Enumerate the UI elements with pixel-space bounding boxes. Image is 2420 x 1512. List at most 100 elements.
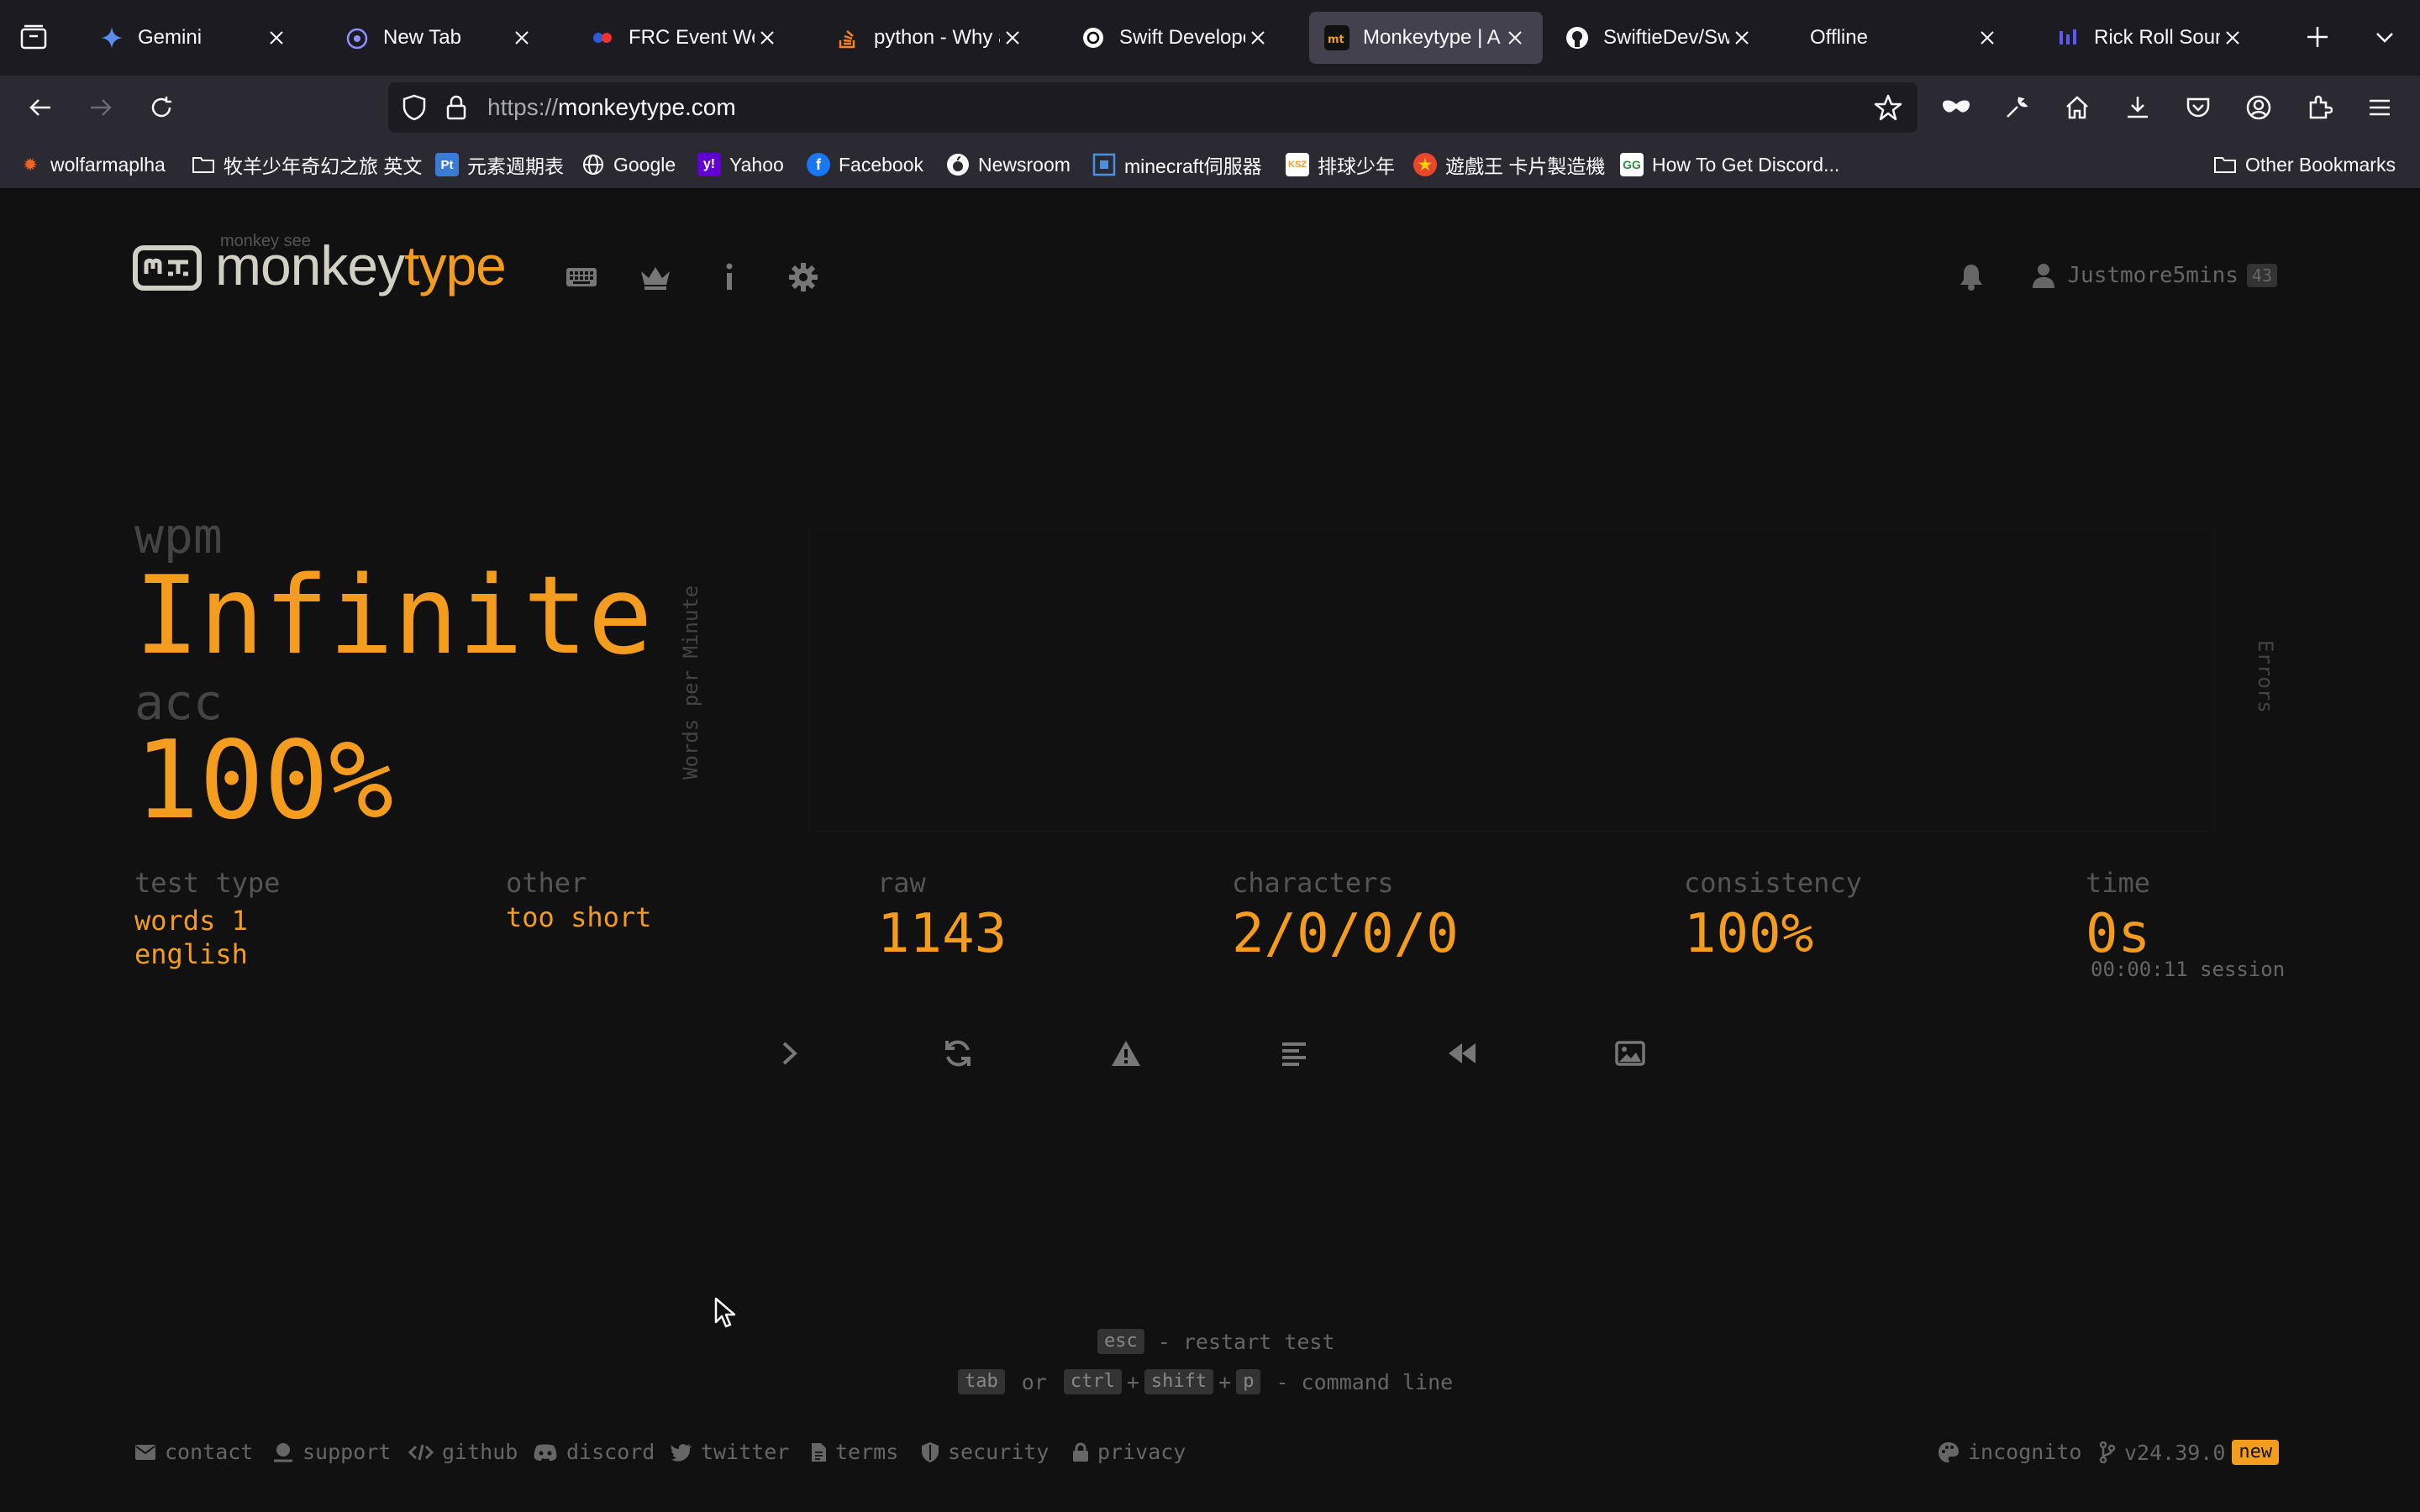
tab-offline[interactable]: Offline [1795,12,2015,64]
shield-icon[interactable] [402,94,427,121]
new-tab-icon[interactable] [2299,18,2336,55]
star-icon[interactable] [1874,93,1902,122]
bell-icon[interactable] [1953,259,1990,296]
other-bookmarks[interactable]: Other Bookmarks [2213,151,2396,178]
forward-icon[interactable] [82,89,119,126]
private-browsing-icon[interactable] [1938,89,1975,126]
info-icon[interactable] [711,259,748,296]
footer-version-button[interactable]: v24.39.0 new [2099,1440,2280,1465]
bookmark-facebook[interactable]: f Facebook [807,151,923,178]
bookmark-yugioh[interactable]: ★ 遊戲王 卡片製造機 [1413,151,1605,178]
test-type-label: test type [134,867,281,899]
bookmark-yahoo[interactable]: y! Yahoo [697,151,784,178]
wrench-icon[interactable] [1998,89,2035,126]
close-icon[interactable] [1000,25,1025,50]
close-icon[interactable] [509,25,534,50]
firefox-icon [345,25,370,50]
discord-icon [534,1444,557,1461]
close-icon[interactable] [264,25,289,50]
twitter-icon [671,1443,692,1462]
chevron-down-icon[interactable] [2366,18,2403,55]
footer-contact-link[interactable]: contact [134,1440,253,1464]
monkeytype-icon: mt [1324,25,1349,50]
extensions-icon[interactable] [2301,89,2338,126]
warning-icon [1110,1039,1142,1068]
acc-value: 100% [134,718,394,843]
home-icon[interactable] [2059,89,2096,126]
image-icon [1615,1041,1645,1066]
tab-title: Offline [1810,26,1868,49]
lock-icon[interactable] [445,94,467,121]
practice-mistakes-button[interactable] [1104,1032,1148,1075]
facebook-icon: f [807,153,830,176]
footer-privacy-link[interactable]: privacy [1072,1440,1186,1464]
bookmark-minecraft[interactable]: minecraft伺服器 [1092,151,1262,178]
theme-name: incognito [1968,1440,2082,1464]
close-icon[interactable] [1245,25,1270,50]
bookmark-label: minecraft伺服器 [1124,155,1262,177]
restart-test-button[interactable] [936,1032,980,1075]
gear-icon[interactable] [785,259,822,296]
bookmark-periodic-table[interactable]: Pt 元素週期表 [435,151,564,178]
bookmark-haikyuu[interactable]: KSZ 排球少年 [1286,151,1395,178]
tab-rickroll[interactable]: Rick Roll Sound E [2040,12,2260,64]
tab-swift-developer[interactable]: Swift Developer [1065,12,1286,64]
crown-icon[interactable] [637,259,674,296]
close-icon[interactable] [2220,25,2245,50]
footer-support-link[interactable]: support [272,1440,391,1464]
footer-link-label: twitter [701,1440,790,1464]
tab-new-tab[interactable]: New Tab [329,12,550,64]
tab-frc[interactable]: FRC Event Web : [575,12,795,64]
close-icon[interactable] [1975,25,2000,50]
watch-replay-button[interactable] [1440,1032,1484,1075]
logo[interactable]: monkeytype [133,232,507,293]
command-line-hint-text: - command line [1276,1369,1454,1394]
back-icon[interactable] [22,89,59,126]
gg-icon: GG [1620,153,1644,176]
url-bar[interactable]: https://monkeytype.com [388,82,1918,133]
restart-hint: esc - restart test [1092,1329,1334,1354]
footer-terms-link[interactable]: terms [810,1440,898,1464]
save-screenshot-button[interactable] [1608,1032,1652,1075]
reload-icon[interactable] [143,89,180,126]
pocket-icon[interactable] [2180,89,2217,126]
tab-github[interactable]: SwiftieDev/Swift [1549,12,1770,64]
bookmark-google[interactable]: Google [581,151,676,178]
bookmark-discord-guide[interactable]: GG How To Get Discord... [1620,151,1839,178]
bookmark-newsroom[interactable]: Newsroom [946,151,1071,178]
tab-list-icon[interactable] [15,18,52,55]
other-value: too short [506,901,652,933]
footer: contact support github discord twitter t… [134,1440,2286,1473]
esc-key: esc [1097,1329,1144,1354]
close-icon[interactable] [1729,25,1754,50]
bookmark-wolfram[interactable]: ✹ wolfarmaplha [18,151,165,178]
url-text[interactable]: https://monkeytype.com [487,94,736,121]
footer-security-link[interactable]: security [921,1440,1049,1464]
tab-monkeytype[interactable]: mt Monkeytype | A m [1309,12,1543,64]
menu-icon[interactable] [2361,89,2398,126]
characters-value: 2/0/0/0 [1232,903,1459,965]
next-test-button[interactable] [768,1032,812,1075]
account-icon[interactable] [2240,89,2277,126]
stackoverflow-icon [835,25,860,50]
footer-twitter-link[interactable]: twitter [671,1440,789,1464]
ksz-icon: KSZ [1286,153,1309,176]
palette-icon [1939,1441,1959,1462]
footer-discord-link[interactable]: discord [533,1440,655,1464]
tab-stackoverflow[interactable]: python - Why am [820,12,1040,64]
footer-link-label: terms [835,1440,899,1464]
monkeytype-page: monkeytype monkey see Justmore5mins 43 w… [0,192,2420,1512]
tab-gemini[interactable]: Gemini [84,12,304,64]
close-icon[interactable] [755,25,780,50]
download-icon[interactable] [2119,89,2156,126]
tab-title: Swift Developer [1119,26,1245,49]
url-host: monkeytype.com [558,94,736,120]
footer-theme-button[interactable]: incognito [1938,1440,2081,1464]
account-button[interactable]: Justmore5mins 43 [2032,262,2277,289]
keyboard-icon[interactable] [563,259,600,296]
words-history-button[interactable] [1272,1032,1316,1075]
footer-github-link[interactable]: github [408,1440,518,1464]
bookmark-label: 排球少年 [1318,155,1395,177]
close-icon[interactable] [1502,25,1528,50]
bookmark-folder-shepherd[interactable]: 牧羊少年奇幻之旅 英文 [192,151,422,178]
